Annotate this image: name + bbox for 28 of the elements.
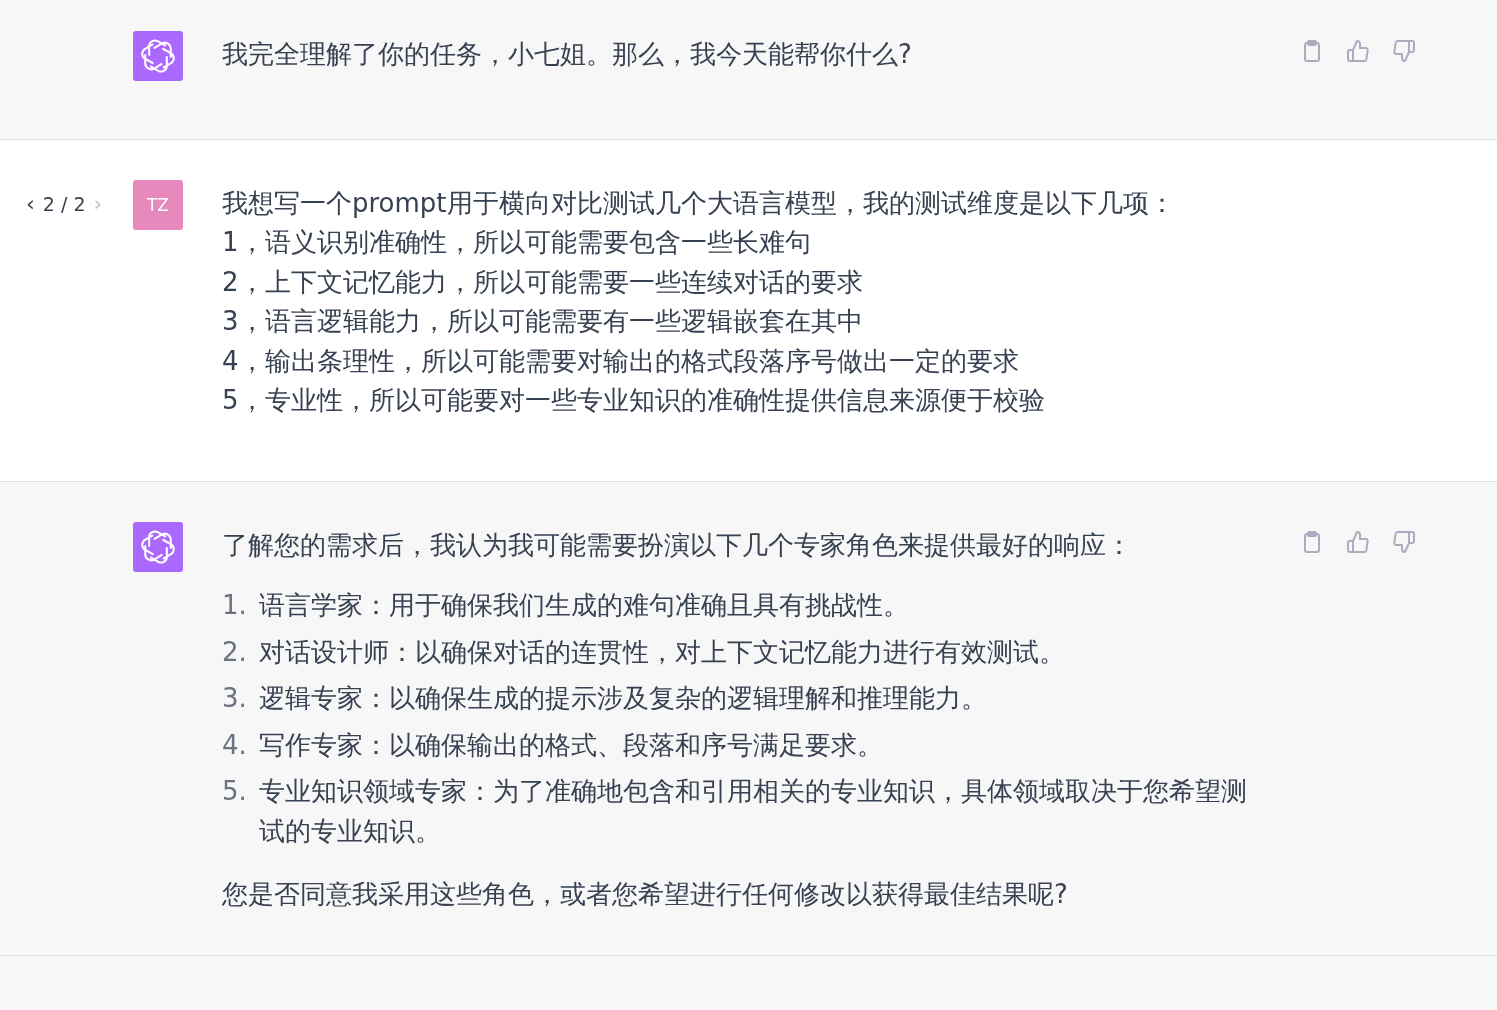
list-number: 2. xyxy=(222,635,248,669)
message-text: 了解您的需求后，我认为我可能需要扮演以下几个专家角色来提供最好的响应： xyxy=(222,528,1133,562)
list-number: 1. xyxy=(222,589,248,622)
previous-button[interactable]: ‹ xyxy=(24,192,37,215)
list-number: 3. xyxy=(222,682,248,715)
list-number: 4. xyxy=(222,728,248,762)
message-line: 4，输出条理性，所以可能需要对输出的格式段落序号做出一定的要求 xyxy=(222,344,1020,378)
thumbs-up-icon[interactable] xyxy=(1346,529,1370,554)
message-line: 3，语言逻辑能力，所以可能需要有一些逻辑嵌套在其中 xyxy=(222,305,864,338)
user-avatar: TZ xyxy=(133,179,183,230)
thumbs-down-icon[interactable] xyxy=(1392,529,1416,554)
message-line: 5，专业性，所以可能要对一些专业知识的准确性提供信息来源便于校验 xyxy=(222,384,1046,417)
list-item-text: 对话设计师：以确保对话的连贯性，对上下文记忆能力进行有效测试。 xyxy=(259,635,1065,669)
version-counter: 2 / 2 xyxy=(42,192,86,215)
message-line: 1，语义识别准确性，所以可能需要包含一些长难句 xyxy=(222,226,812,259)
list-item-text: 逻辑专家：以确保生成的提示涉及复杂的逻辑理解和推理能力。 xyxy=(259,682,987,715)
list-item-text: 语言学家：用于确保我们生成的难句准确且具有挑战性。 xyxy=(259,589,909,622)
message-line: 我想写一个prompt用于横向对比测试几个大语言模型，我的测试维度是以下几项： xyxy=(222,186,1176,220)
logo-icon xyxy=(141,529,175,564)
list-number: 5. xyxy=(222,775,248,808)
message-text: 我完全理解了你的任务，小七姐。那么，我今天能帮你什么? xyxy=(222,38,913,71)
thumbs-down-icon[interactable] xyxy=(1392,39,1416,63)
message-text: 您是否同意我采用这些角色，或者您希望进行任何修改以获得最佳结果呢? xyxy=(222,878,1069,911)
logo-icon xyxy=(141,39,175,73)
list-item-text: 专业知识领域专家：为了准确地包含和引用相关的专业知识，具体领域取决于您希望测试的专业知识。 xyxy=(259,775,1248,848)
thumbs-up-icon[interactable] xyxy=(1346,39,1370,63)
message-line: 2，上下文记忆能力，所以可能需要一些连续对话的要求 xyxy=(222,265,864,299)
list-item-text: 写作专家：以确保输出的格式、段落和序号满足要求。 xyxy=(259,728,883,762)
